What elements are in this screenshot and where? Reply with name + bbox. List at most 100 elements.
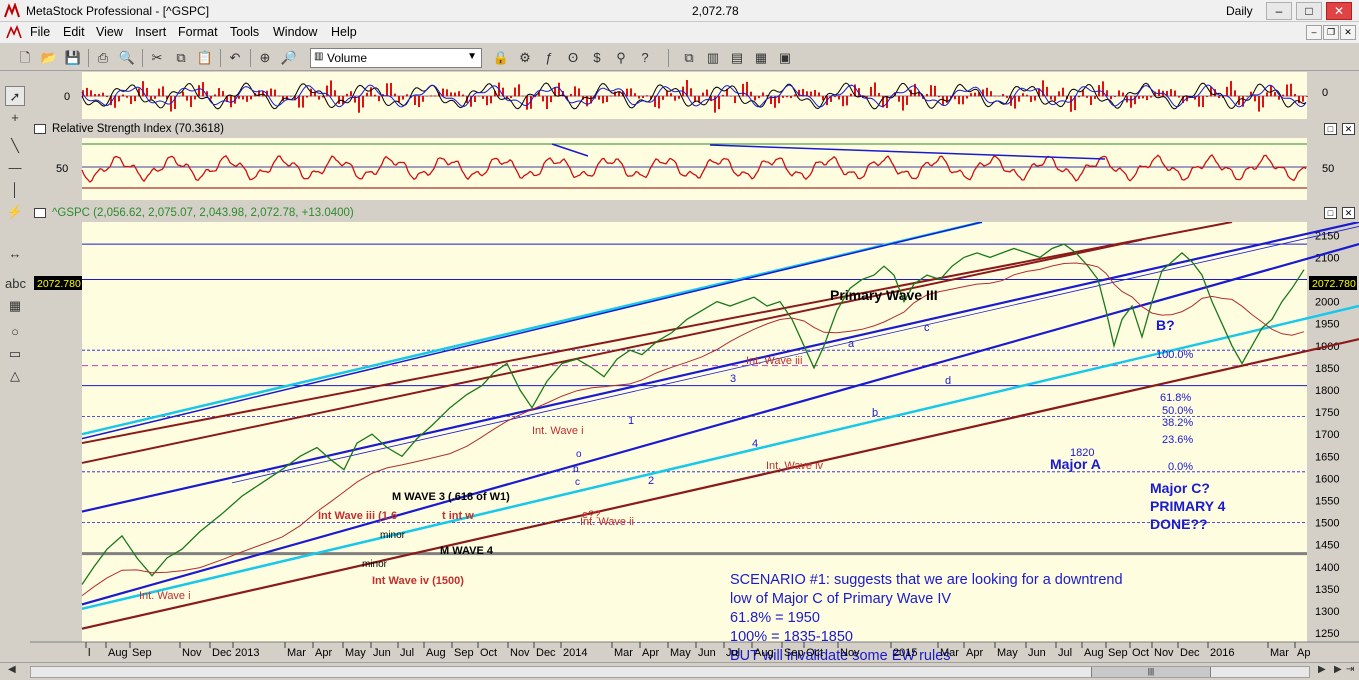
macd-histogram-bar: [718, 96, 720, 110]
text-tool-icon[interactable]: abc: [5, 274, 26, 294]
tile-horizontal-icon[interactable]: ▤: [728, 49, 746, 67]
macd-histogram-bar: [194, 96, 196, 100]
y-tick-label: 1250: [1315, 628, 1339, 640]
macd-histogram-bar: [402, 96, 404, 100]
menu-help[interactable]: Help: [331, 25, 357, 39]
macd-histogram-bar: [162, 86, 164, 97]
macd-histogram-bar: [1306, 96, 1308, 97]
mdi-close-button[interactable]: ✕: [1340, 25, 1356, 40]
toolbar-separator: [668, 49, 669, 67]
scroll-track[interactable]: |||: [30, 666, 1310, 678]
trendline-icon[interactable]: ╲: [5, 136, 25, 156]
triangle-icon[interactable]: △: [5, 366, 25, 386]
rsi-pane[interactable]: 50 50: [30, 138, 1359, 200]
arrange-icon[interactable]: ▣: [776, 49, 794, 67]
cut-icon[interactable]: ✂: [148, 49, 166, 67]
macd-histogram-bar: [290, 96, 292, 97]
scroll-right-icon[interactable]: ▶: [1318, 664, 1326, 675]
scroll-right-end-icon[interactable]: ▶: [1334, 664, 1342, 675]
menu-window[interactable]: Window: [273, 25, 317, 39]
maximize-button[interactable]: □: [1296, 2, 1322, 20]
horizontal-line-icon[interactable]: —: [5, 158, 25, 178]
mdi-restore-button[interactable]: ❐: [1323, 25, 1339, 40]
x-tick-label: Oct: [1132, 647, 1149, 659]
paste-icon[interactable]: 📋: [196, 49, 214, 67]
rsi-maximize-button[interactable]: □: [1324, 123, 1337, 135]
menu-tools[interactable]: Tools: [230, 25, 259, 39]
scroll-end-icon[interactable]: ⇥: [1346, 664, 1354, 675]
x-axis: l Aug Sep Nov Dec 2013 Mar Apr May Jun Jul Aug Sep Oc…: [85, 642, 1310, 659]
macd-histogram-bar: [966, 96, 968, 99]
menu-file[interactable]: File: [30, 25, 50, 39]
cascade-icon[interactable]: ⧉: [680, 49, 698, 67]
x-tick-label: Aug: [1084, 647, 1104, 659]
new-icon[interactable]: 🗋: [16, 49, 34, 67]
print-preview-icon[interactable]: 🔍: [118, 49, 136, 67]
macd-histogram-bar: [786, 96, 788, 98]
tile-vertical-icon[interactable]: ▥: [704, 49, 722, 67]
price-close-button[interactable]: ✕: [1342, 207, 1355, 219]
macd-histogram-bar: [94, 94, 96, 97]
pointer-icon[interactable]: ➚: [5, 86, 25, 106]
scroll-left-icon[interactable]: ◀: [8, 664, 16, 675]
y-tick-label: 2000: [1315, 297, 1339, 309]
grid-tool-icon[interactable]: ▦: [5, 296, 25, 316]
x-tick-label: l: [88, 647, 90, 659]
macd-histogram-bar: [782, 96, 784, 98]
help-query-icon[interactable]: ?: [636, 49, 654, 67]
copy-icon[interactable]: ⧉: [172, 49, 190, 67]
dollar-icon[interactable]: $: [588, 49, 606, 67]
arrows-icon[interactable]: ↔: [5, 244, 25, 264]
macd-histogram-bar: [374, 94, 376, 97]
rectangle-icon[interactable]: ▭: [5, 344, 25, 364]
indicator-select[interactable]: ▥ Volume ▼: [310, 48, 482, 68]
formula-icon[interactable]: ƒ: [540, 49, 558, 67]
expert-icon[interactable]: ⚙: [516, 49, 534, 67]
indicator-list-icon: ▥: [314, 51, 324, 62]
macd-histogram-bar: [274, 89, 276, 97]
fibonacci-icon[interactable]: ⚡: [5, 202, 25, 222]
save-icon[interactable]: 💾: [64, 49, 82, 67]
macd-histogram-bar: [706, 89, 708, 97]
menu-edit[interactable]: Edit: [63, 25, 85, 39]
macd-histogram-bar: [486, 96, 488, 106]
macd-histogram-bar: [1030, 96, 1032, 102]
explorer-icon[interactable]: ⚲: [612, 49, 630, 67]
scenario-line: 100% = 1835-1850: [730, 629, 853, 645]
y-tick-label: 1600: [1315, 473, 1339, 485]
menu-insert[interactable]: Insert: [135, 25, 166, 39]
ellipse-icon[interactable]: ○: [5, 322, 25, 342]
crosshair-icon[interactable]: ⊕: [256, 49, 274, 67]
vertical-line-icon[interactable]: │: [5, 180, 25, 200]
scroll-thumb[interactable]: |||: [1091, 667, 1211, 677]
crosshair-tool-icon[interactable]: +: [5, 108, 25, 128]
macd-histogram-bar: [318, 96, 320, 100]
macd-histogram-bar: [334, 90, 336, 97]
zoom-icon[interactable]: 🔎: [280, 49, 298, 67]
macd-histogram-bar: [458, 91, 460, 97]
print-icon[interactable]: ⎙: [94, 49, 112, 67]
tile-grid-icon[interactable]: ▦: [752, 49, 770, 67]
pane-selector-box[interactable]: [34, 124, 46, 134]
menu-format[interactable]: Format: [178, 25, 218, 39]
macd-histogram-bar: [1142, 96, 1144, 99]
close-button[interactable]: ✕: [1326, 2, 1352, 20]
open-icon[interactable]: 📂: [40, 49, 58, 67]
macd-pane[interactable]: 0 0: [30, 72, 1359, 120]
macd-histogram-bar: [526, 96, 528, 110]
macd-histogram-bar: [1130, 96, 1132, 108]
system-tester-icon[interactable]: ʘ: [564, 49, 582, 67]
undo-icon[interactable]: ↶: [226, 49, 244, 67]
rsi-close-button[interactable]: ✕: [1342, 123, 1355, 135]
horizontal-scrollbar[interactable]: ◀ ||| ▶ ▶ ⇥: [0, 662, 1359, 680]
y-tick-label: 1850: [1315, 363, 1339, 375]
mdi-minimize-button[interactable]: –: [1306, 25, 1322, 40]
price-maximize-button[interactable]: □: [1324, 207, 1337, 219]
lock-icon[interactable]: 🔒: [492, 49, 510, 67]
wave-label: 3: [730, 373, 736, 385]
minimize-button[interactable]: –: [1266, 2, 1292, 20]
price-pane[interactable]: 2150210020502000195019001850180017501700…: [30, 222, 1359, 662]
pane-selector-box[interactable]: [34, 208, 46, 218]
menu-view[interactable]: View: [96, 25, 123, 39]
macd-histogram-bar: [1234, 90, 1236, 97]
